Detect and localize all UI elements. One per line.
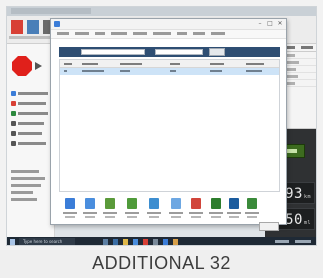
screenshot-frame: 193km 550ml – □ ✕ Type here to search AD… <box>0 0 323 278</box>
left-navigation-panel <box>7 44 55 237</box>
app-title-bar <box>7 7 316 16</box>
menu-item[interactable] <box>57 32 69 35</box>
table-row[interactable] <box>60 68 279 75</box>
menu-item[interactable] <box>211 32 225 35</box>
tool-label <box>25 36 41 39</box>
tree-item-icon <box>11 131 16 136</box>
filter-field[interactable] <box>155 49 203 55</box>
menu-item[interactable] <box>177 32 187 35</box>
tree-item-icon <box>11 141 16 146</box>
image-caption: ADDITIONAL 32 <box>0 250 323 278</box>
tree-item[interactable] <box>11 140 51 147</box>
dialog-title-bar: – □ ✕ <box>51 19 286 30</box>
menu-item[interactable] <box>153 32 171 35</box>
book-icon <box>247 198 257 209</box>
dialog-menu-bar <box>51 30 286 39</box>
document-icon <box>171 198 181 209</box>
records-dialog: – □ ✕ <box>50 18 287 231</box>
search-input[interactable] <box>81 49 145 55</box>
money-icon <box>127 198 137 209</box>
tree-item[interactable] <box>11 110 51 117</box>
close-icon[interactable]: ✕ <box>276 20 284 28</box>
people-icon <box>149 198 159 209</box>
tree-item-icon <box>11 101 16 106</box>
menu-item[interactable] <box>75 32 89 35</box>
taskbar-search-placeholder: Type here to search <box>23 239 63 244</box>
app-taskbar-icon[interactable] <box>143 239 148 245</box>
book-icon <box>229 198 239 209</box>
book-icon <box>211 198 221 209</box>
clock[interactable] <box>295 240 311 243</box>
tree-item-label <box>18 112 48 115</box>
launcher-button[interactable] <box>63 196 77 220</box>
launcher-button[interactable] <box>209 196 223 220</box>
tree-item-icon <box>11 111 16 116</box>
launcher-button[interactable] <box>189 196 203 220</box>
tree-item[interactable] <box>11 130 51 137</box>
app-taskbar-icon[interactable] <box>173 239 178 245</box>
minimize-button[interactable]: – <box>256 20 264 28</box>
app-title <box>11 8 91 14</box>
stop-icon[interactable] <box>12 56 32 76</box>
tree-item-label <box>18 132 42 135</box>
folder-icon <box>105 198 115 209</box>
distance-unit: km <box>303 194 311 200</box>
taskbar: Type here to search <box>7 237 316 245</box>
tool-label <box>9 36 25 39</box>
dialog-close-button[interactable] <box>259 222 279 231</box>
windows-start-icon[interactable] <box>10 239 15 245</box>
document-icon <box>85 198 95 209</box>
document-icon <box>65 198 75 209</box>
app-taskbar-icon[interactable] <box>153 239 158 245</box>
tool-icon[interactable] <box>27 20 39 34</box>
chart-icon <box>191 198 201 209</box>
launcher-button[interactable] <box>83 196 97 220</box>
launcher-button[interactable] <box>103 196 117 220</box>
volume-unit: ml <box>303 220 311 226</box>
menu-item[interactable] <box>111 32 127 35</box>
caption-text: ADDITIONAL 32 <box>92 253 231 273</box>
tree-item[interactable] <box>11 120 51 127</box>
left-panel-info <box>11 170 47 212</box>
tree-item-icon <box>11 121 16 126</box>
launcher-button[interactable] <box>125 196 139 220</box>
launcher-bar <box>59 196 280 222</box>
tree-item[interactable] <box>11 90 51 97</box>
tree-item-label <box>18 122 44 125</box>
tree-item-label <box>18 142 46 145</box>
search-bar <box>59 47 280 57</box>
launcher-button[interactable] <box>245 196 259 220</box>
app-icon <box>54 21 60 27</box>
tree-item-label <box>18 102 46 105</box>
desktop-screen: 193km 550ml – □ ✕ Type here to search <box>6 6 317 246</box>
menu-item[interactable] <box>193 32 205 35</box>
system-tray[interactable] <box>275 240 289 243</box>
grid-header <box>60 60 279 68</box>
task-view-icon[interactable] <box>103 239 108 245</box>
tree-item[interactable] <box>11 100 51 107</box>
launcher-button[interactable] <box>227 196 241 220</box>
maximize-button[interactable]: □ <box>266 20 274 28</box>
arrow-right-icon <box>35 62 42 70</box>
app-taskbar-icon[interactable] <box>163 239 168 245</box>
records-grid <box>59 59 280 192</box>
menu-item[interactable] <box>95 32 105 35</box>
file-explorer-icon[interactable] <box>123 239 128 245</box>
taskbar-search[interactable]: Type here to search <box>19 238 75 245</box>
launcher-button[interactable] <box>169 196 183 220</box>
tree-item-label <box>18 92 48 95</box>
edge-icon[interactable] <box>113 239 118 245</box>
store-icon[interactable] <box>133 239 138 245</box>
tree-item-icon <box>11 91 16 96</box>
search-button[interactable] <box>209 48 225 56</box>
tool-icon[interactable] <box>11 20 23 34</box>
launcher-button[interactable] <box>147 196 161 220</box>
menu-item[interactable] <box>133 32 147 35</box>
